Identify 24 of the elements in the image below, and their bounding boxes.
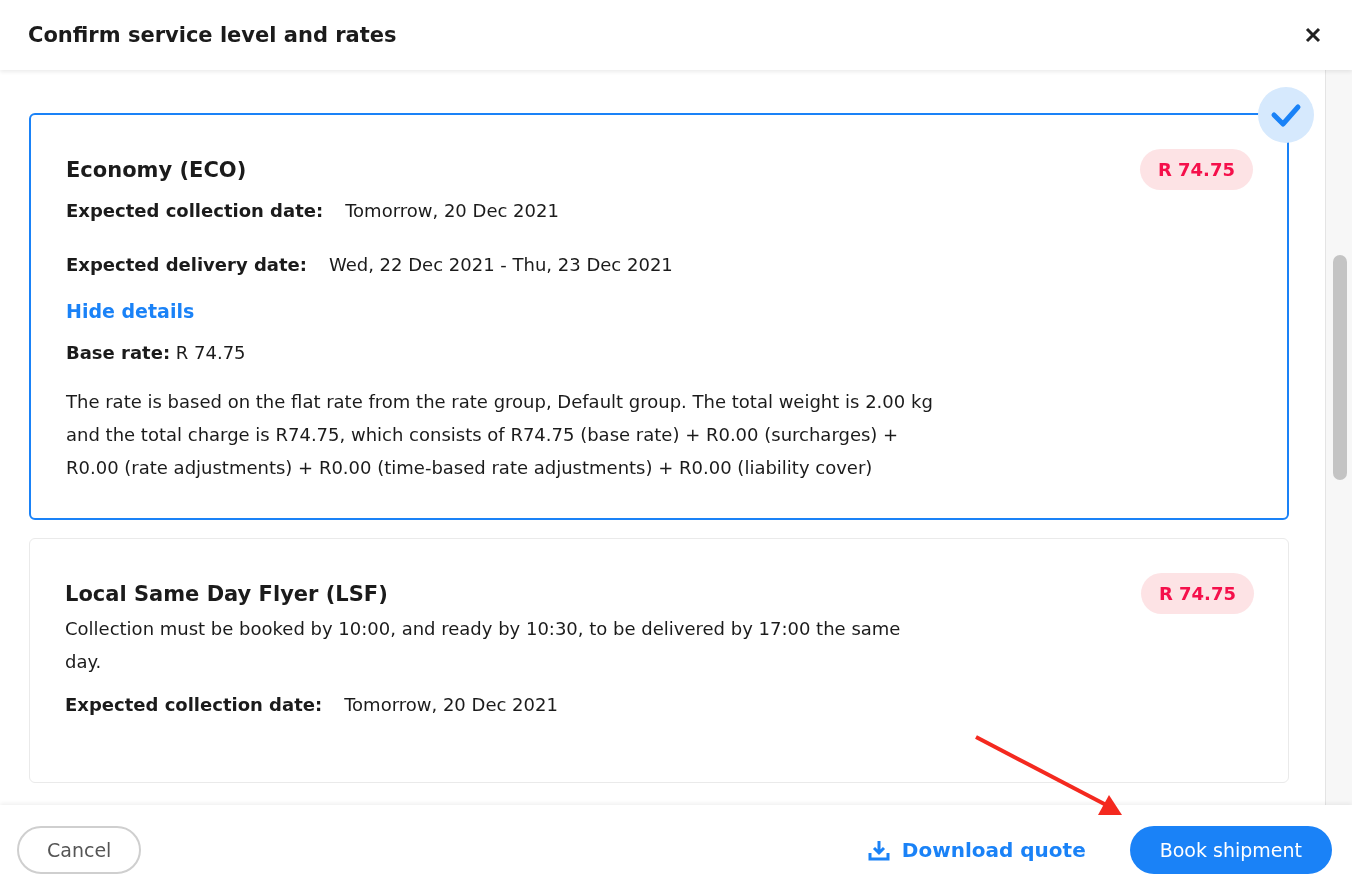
field-label: Expected collection date: <box>66 200 324 221</box>
check-icon <box>1258 87 1314 143</box>
hide-details-link[interactable]: Hide details <box>66 300 1253 322</box>
price-badge: R 74.75 <box>1140 573 1254 614</box>
scrollbar[interactable] <box>1325 70 1352 805</box>
service-card[interactable] <box>29 113 1289 520</box>
download-icon <box>867 838 890 861</box>
service-card[interactable]: Local Same Day Flyer (LSF) R 74.75 Collection must be booked by 10:00, and ready by 10:30, to be delivered by 17:00 the same day. Expected collection date: Tomorrow, 20 Dec 2021 <box>29 538 1289 783</box>
price-badge: R 74.75 <box>1139 149 1253 190</box>
service-name: Local Same Day Flyer (LSF) <box>65 581 388 606</box>
field-value: Tomorrow, 20 Dec 2021 <box>345 200 559 221</box>
service-name: Economy (ECO) <box>66 157 247 182</box>
book-shipment-button[interactable]: Book shipment <box>1129 825 1332 874</box>
service-description: Collection must be booked by 10:00, and ready by 10:30, to be delivered by 17:00 the same day. <box>65 617 902 674</box>
close-icon[interactable] <box>1305 27 1321 43</box>
field-value: Tomorrow, 20 Dec 2021 <box>344 694 558 715</box>
field-label: Expected delivery date: <box>66 254 307 275</box>
rate-details-text: The rate is based on the flat rate from the rate group, Default group. The total weight is 2.00 kg and the total charge is R74.75, which consists of R74.75 (base rate) + R0.00 (surcharges) + R0.00 (rate adjustments) + R0.00 (time-based rate adjustments) + R0.00 (liability cover) <box>66 390 934 480</box>
download-quote-button[interactable]: Download quote <box>861 836 1092 863</box>
field-label: Expected collection date: <box>65 694 323 715</box>
field-value: Wed, 22 Dec 2021 - Thu, 23 Dec 2021 <box>328 254 673 275</box>
cancel-button[interactable]: Cancel <box>17 825 142 874</box>
dialog-title: Confirm service level and rates <box>28 23 397 47</box>
base-rate: Base rate: R 74.75 <box>66 342 247 363</box>
